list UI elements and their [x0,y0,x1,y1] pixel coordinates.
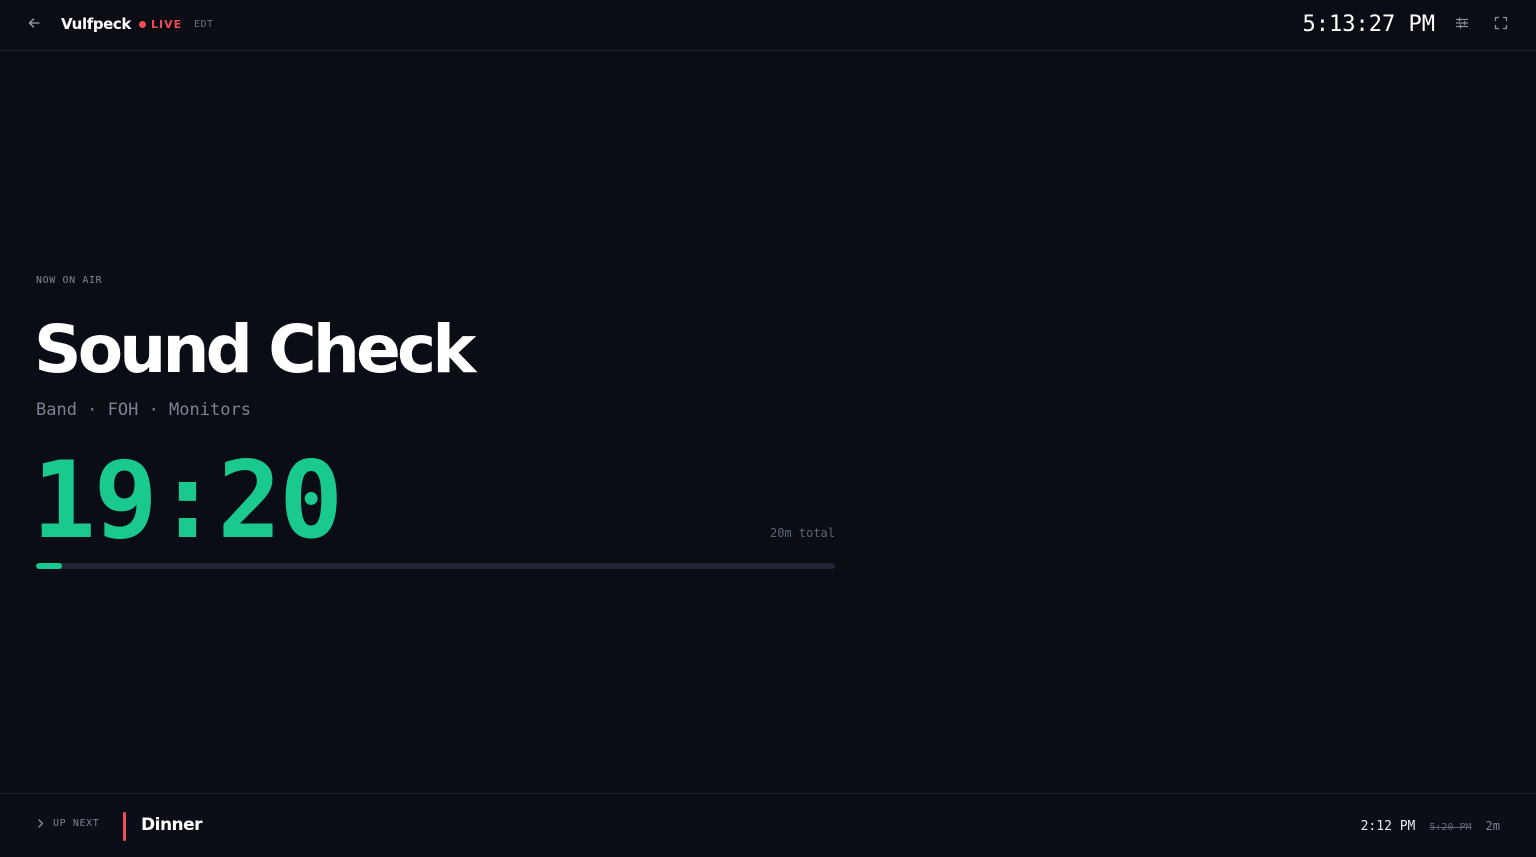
progress-fill [36,563,63,569]
next-segment-title: Dinner [141,815,203,835]
current-segment-subtitle: Band · FOH · Monitors [36,400,251,420]
settings-button[interactable] [1452,15,1472,35]
up-next-toggle[interactable]: UP NEXT [36,818,99,829]
arrow-left-icon [28,16,40,34]
total-duration: 20m total [769,526,835,540]
fullscreen-icon [1494,16,1508,35]
brand-name: Vulfpeck [61,15,131,33]
up-next-label: UP NEXT [53,818,100,829]
countdown-timer: 19:20 [32,439,343,562]
back-button[interactable] [24,15,44,35]
top-bar: Vulfpeck LIVE EDT 5:13:27 PM [0,0,1536,51]
current-segment-title: Sound Check [34,311,476,388]
progress-bar [36,563,835,569]
chevron-right-icon [36,819,45,828]
up-next-bar: UP NEXT Dinner 2:12 PM 5:20 PM 2m [0,793,1536,857]
live-dot-icon [139,21,146,28]
fullscreen-button[interactable] [1491,15,1511,35]
timezone-label: EDT [194,19,214,30]
live-label: LIVE [151,18,183,31]
live-badge: LIVE [139,18,182,31]
next-segment-meta: 2:12 PM 5:20 PM 2m [1361,819,1500,834]
current-clock: 5:13:27 PM [1302,12,1435,37]
sliders-icon [1455,16,1469,35]
next-original-time: 5:20 PM [1429,822,1472,833]
next-segment-marker [123,812,126,841]
now-on-air-label: NOW ON AIR [36,275,103,286]
next-duration: 2m [1485,819,1500,833]
next-start-time: 2:12 PM [1360,819,1416,834]
